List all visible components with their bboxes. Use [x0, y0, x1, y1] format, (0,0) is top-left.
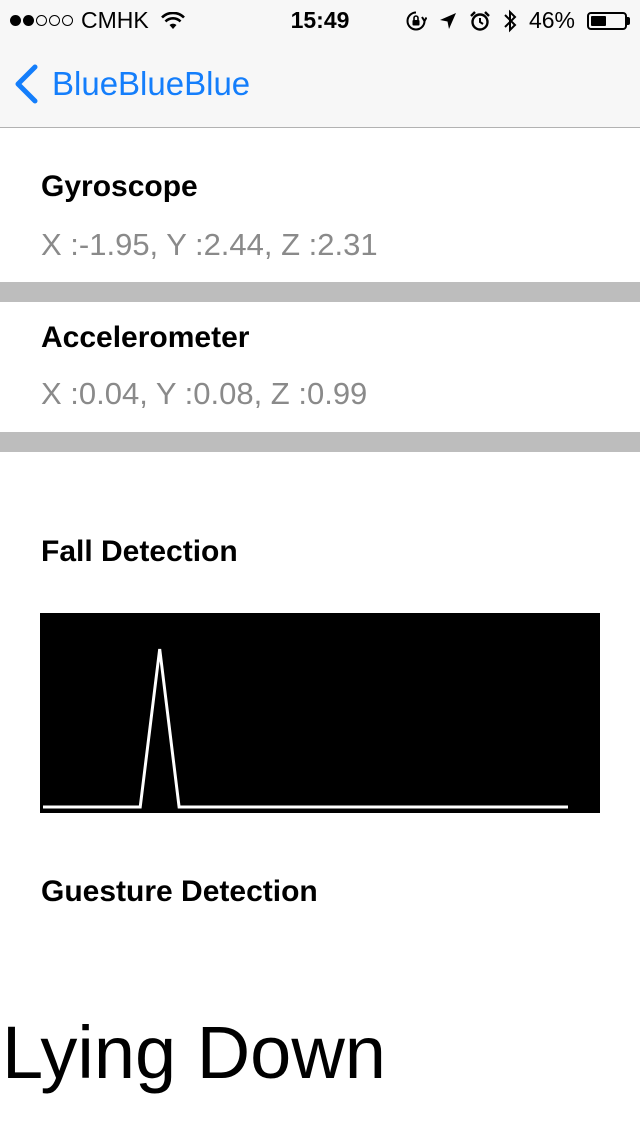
status-right: 46% [405, 7, 630, 34]
rotation-lock-icon [405, 10, 427, 32]
status-bar: CMHK 15:49 46% [0, 0, 640, 40]
fall-detection-title: Fall Detection [41, 535, 238, 568]
battery-percent: 46% [528, 7, 575, 33]
section-divider [0, 432, 640, 452]
accelerometer-value: X :0.04, Y :0.08, Z :0.99 [41, 376, 368, 411]
accelerometer-section: Accelerometer X :0.04, Y :0.08, Z :0.99 [0, 302, 640, 432]
fall-detection-chart-svg [43, 648, 568, 809]
battery-icon [587, 11, 630, 30]
gesture-detection-title: Guesture Detection [41, 875, 318, 908]
alarm-icon [469, 10, 491, 32]
location-icon [439, 12, 457, 30]
chevron-left-icon [15, 64, 38, 104]
bluetooth-icon [503, 9, 517, 33]
navigation-bar: BlueBlueBlue [0, 40, 640, 128]
gesture-state-label: Lying Down [2, 1011, 386, 1094]
gyroscope-value: X :-1.95, Y :2.44, Z :2.31 [41, 227, 378, 262]
back-button[interactable]: BlueBlueBlue [14, 64, 250, 104]
fall-detection-chart [40, 613, 600, 813]
gyroscope-title: Gyroscope [41, 170, 198, 203]
section-divider [0, 282, 640, 302]
accelerometer-title: Accelerometer [41, 321, 250, 354]
gyroscope-section: Gyroscope X :-1.95, Y :2.44, Z :2.31 [0, 129, 640, 282]
fall-detection-series-line [43, 648, 568, 809]
back-button-label: BlueBlueBlue [52, 65, 251, 102]
